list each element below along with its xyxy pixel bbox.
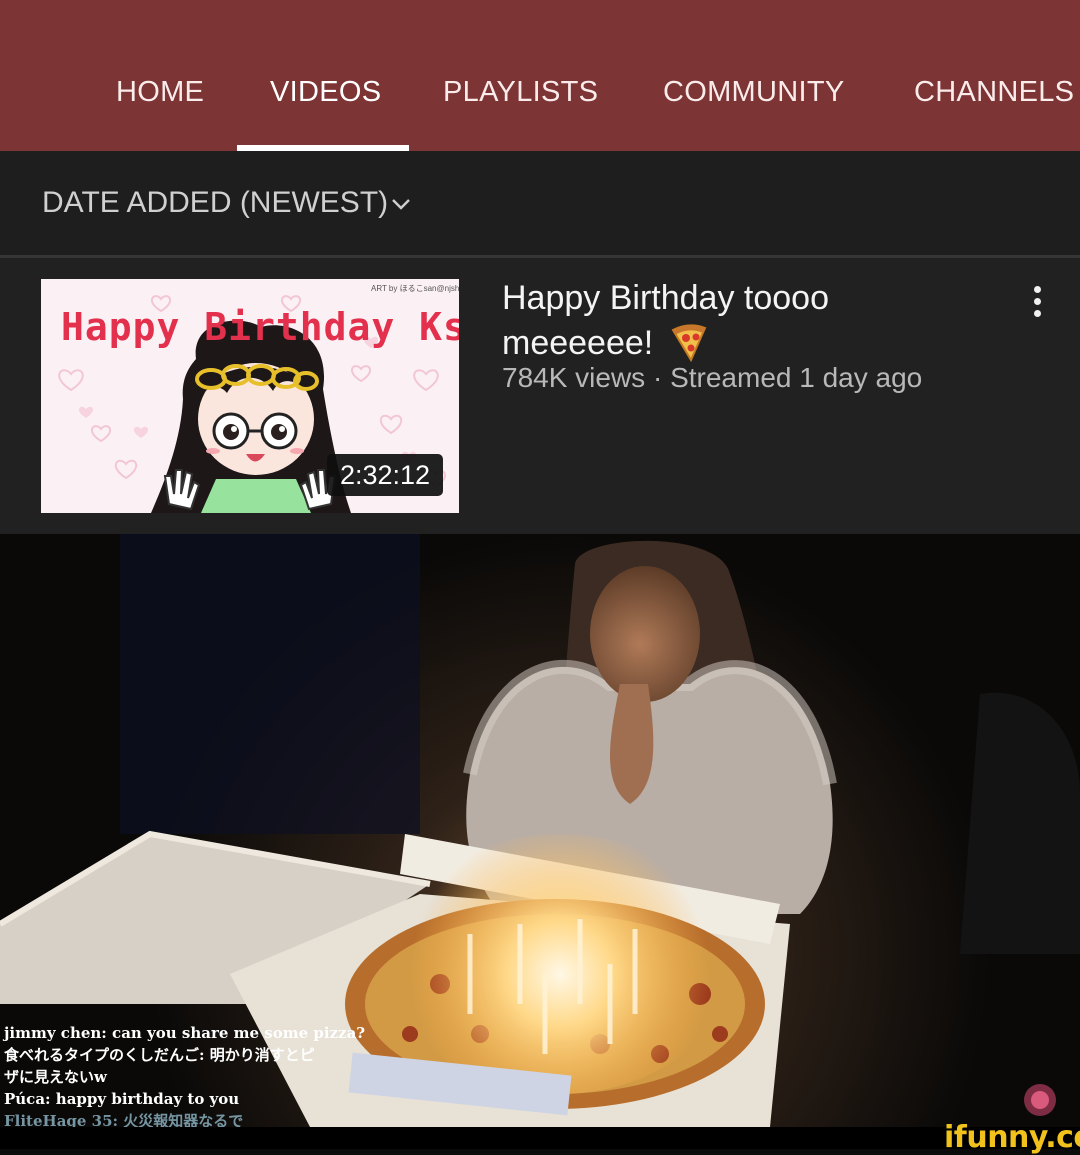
chevron-down-icon[interactable] (389, 192, 413, 216)
chat-message: jimmy chen: can you share me some pizza? (4, 1024, 366, 1042)
chat-message: FliteHage 35: 火災報知器なるで (4, 1112, 244, 1127)
stream-screenshot: jimmy chen: can you share me some pizza?… (0, 534, 1080, 1127)
ifunny-watermark: ifunny.co (944, 1120, 1080, 1155)
video-title-text: Happy Birthday toooo meeeeee! (502, 279, 829, 362)
pizza-icon (671, 324, 707, 363)
chat-message: 食べれるタイプのくしだんご: 明かり消すとピ (4, 1046, 315, 1064)
stream-chat-overlay: jimmy chen: can you share me some pizza?… (4, 1022, 366, 1127)
chat-message: ザに見えないw (4, 1068, 107, 1086)
tab-videos[interactable]: VIDEOS (270, 76, 381, 109)
tab-community[interactable]: COMMUNITY (663, 76, 845, 109)
chat-message: Púca: happy birthday to you (4, 1090, 240, 1108)
thumbnail-credit: ART by ほるこsan@njshrk (371, 284, 459, 293)
more-options-icon[interactable] (1026, 284, 1050, 320)
thumbnail-title-text: Happy Birthday Kson! (61, 305, 459, 349)
video-metadata: 784K views · Streamed 1 day ago (502, 362, 923, 393)
tab-playlists[interactable]: PLAYLISTS (443, 76, 598, 109)
bottom-bar (0, 1127, 1080, 1149)
sort-dropdown[interactable]: DATE ADDED (NEWEST) (42, 186, 388, 220)
duration-badge: 2:32:12 (327, 454, 443, 496)
tab-channels[interactable]: CHANNELS (914, 76, 1074, 109)
video-title[interactable]: Happy Birthday toooo meeeeee! (502, 276, 942, 366)
tab-home[interactable]: HOME (116, 76, 204, 109)
